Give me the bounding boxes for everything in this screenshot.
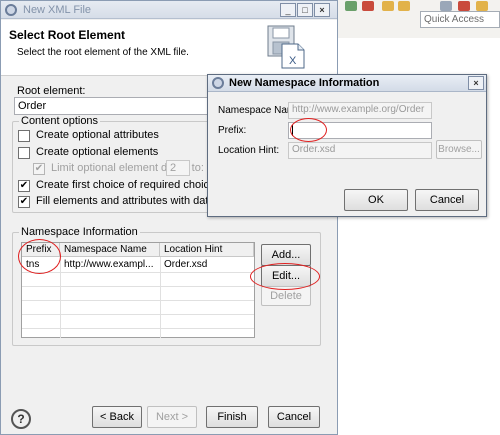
cancel-button[interactable]: Cancel [268,406,320,428]
wizard-header: Select Root Element Select the root elem… [1,20,337,76]
column-header-namespace-name[interactable]: Namespace Name [60,243,160,257]
wizard-heading: Select Root Element [9,28,126,42]
namespace-name-field[interactable]: http://www.example.org/Order [288,102,432,119]
toolbar-stop-icon[interactable] [362,1,374,11]
table-row-cell-location[interactable]: Order.xsd [160,258,254,272]
location-hint-label: Location Hint: [218,145,280,156]
eclipse-app-icon [5,4,17,16]
create-optional-elements-label: Create optional elements [36,146,159,158]
dialog-title-bar: New Namespace Information × [208,75,486,92]
browse-button[interactable]: Browse... [436,140,482,159]
limit-depth-input[interactable]: 2 [166,160,190,176]
fill-elements-checkbox[interactable]: ✔ [18,196,30,208]
toolbar-run-icon[interactable] [345,1,357,11]
wizard-description: Select the root element of the XML file. [17,47,189,58]
back-button[interactable]: < Back [92,406,142,428]
toolbar-misc-icon[interactable] [476,1,488,11]
content-options-title: Content options [19,115,101,127]
ok-button[interactable]: OK [344,189,408,211]
toolbar-folder-icon[interactable] [382,1,394,11]
minimize-button[interactable]: _ [280,3,296,17]
create-optional-attributes-checkbox[interactable] [18,130,30,142]
dialog-cancel-button[interactable]: Cancel [415,189,479,211]
table-row-cell-namespace[interactable]: http://www.exampl... [60,258,160,272]
new-xml-file-wizard: New XML File _ □ × Select Root Element S… [0,0,338,435]
prefix-label: Prefix: [218,125,247,136]
create-optional-attributes-label: Create optional attributes [36,129,159,141]
dialog-title: New Namespace Information [229,77,380,89]
dialog-close-button[interactable]: × [468,76,484,90]
location-hint-field[interactable]: Order.xsd [288,142,432,159]
namespace-info-title: Namespace Information [19,226,140,238]
wizard-title: New XML File [23,4,92,16]
finish-button[interactable]: Finish [206,406,258,428]
create-optional-elements-checkbox[interactable] [18,147,30,159]
create-first-choice-checkbox[interactable]: ✔ [18,180,30,192]
svg-text:X: X [289,55,297,67]
column-header-location-hint[interactable]: Location Hint [160,243,254,257]
root-element-label: Root element: [17,85,86,97]
quick-access-input[interactable]: Quick Access [420,11,500,28]
wizard-title-bar: New XML File _ □ × [1,1,337,19]
eclipse-app-icon [212,77,224,89]
toolbar-debug-icon[interactable] [458,1,470,11]
help-icon[interactable]: ? [11,409,31,429]
fill-elements-label: Fill elements and attributes with data [36,195,215,207]
maximize-button[interactable]: □ [297,3,313,17]
xml-file-icon: X [267,25,305,69]
toolbar-nav-icon[interactable] [440,1,452,11]
annotation-ellipse-prefix [18,239,61,274]
limit-depth-checkbox[interactable]: ✔ [33,163,45,175]
next-button[interactable]: Next > [147,406,197,428]
annotation-ellipse-edit [250,263,320,290]
new-namespace-dialog: New Namespace Information × Namespace Na… [207,74,487,217]
annotation-ellipse-prefix-field [290,118,327,142]
toolbar-folder2-icon[interactable] [398,1,410,11]
close-button[interactable]: × [314,3,330,17]
create-first-choice-label: Create first choice of required choice [36,179,216,191]
